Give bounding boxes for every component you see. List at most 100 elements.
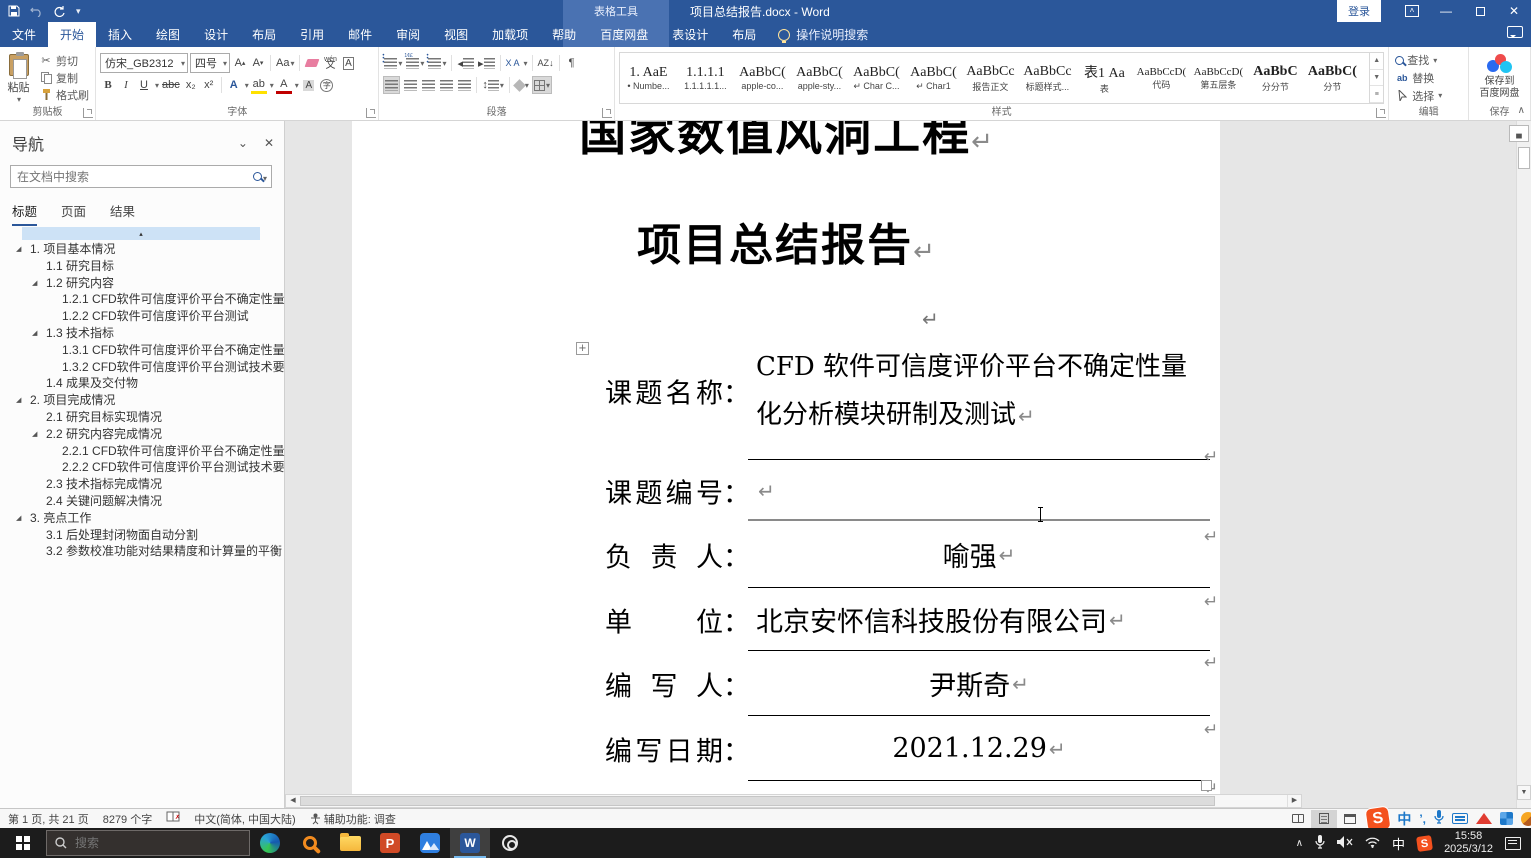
tab-home[interactable]: 开始: [48, 22, 96, 47]
style-item[interactable]: AaBbC(↵ Char1: [905, 53, 962, 103]
underline-button[interactable]: U: [136, 76, 152, 94]
enclose-characters-button[interactable]: 字: [319, 76, 335, 94]
ribbon-display-options-icon[interactable]: ˄: [1395, 0, 1429, 22]
ime-partial-icon[interactable]: [1521, 812, 1531, 826]
ime-chinese-icon[interactable]: 中: [1397, 809, 1411, 829]
word-count[interactable]: 8279 个字: [103, 811, 153, 827]
nav-heading[interactable]: 2.3 技术指标完成情况: [0, 476, 285, 493]
taskbar-search-app-icon[interactable]: [290, 828, 330, 858]
page-indicator[interactable]: 第 1 页, 共 21 页: [8, 811, 89, 827]
phonetic-guide-button[interactable]: wén文: [322, 54, 338, 72]
tab-mailings[interactable]: 邮件: [336, 22, 384, 47]
accessibility-status[interactable]: 辅助功能: 调查: [310, 811, 396, 827]
language-indicator[interactable]: 中文(简体, 中国大陆): [194, 811, 295, 827]
align-right-button[interactable]: [420, 76, 436, 94]
nav-heading[interactable]: ◢3. 亮点工作: [0, 510, 285, 527]
tray-mic-icon[interactable]: [1315, 835, 1325, 852]
style-item[interactable]: 1.1.1.11.1.1.1.1...: [677, 53, 734, 103]
nav-selected-heading[interactable]: ▴: [22, 227, 260, 240]
taskbar-file-explorer-icon[interactable]: [330, 828, 370, 858]
nav-pane-close-icon[interactable]: ✕: [264, 136, 274, 150]
nav-tab-pages[interactable]: 页面: [61, 201, 86, 226]
nav-heading[interactable]: ◢2.2 研究内容完成情况: [0, 426, 285, 443]
close-button[interactable]: ✕: [1497, 0, 1531, 22]
sort-button[interactable]: AZ↓: [537, 54, 555, 72]
nav-search-input[interactable]: [11, 170, 253, 184]
ime-keyboard-icon[interactable]: [1452, 813, 1468, 824]
print-layout-button[interactable]: [1311, 810, 1337, 828]
proofing-icon[interactable]: ✗: [166, 811, 180, 826]
ime-mic-icon[interactable]: [1434, 810, 1444, 827]
vertical-scrollbar[interactable]: ▄ ▼: [1516, 121, 1531, 808]
italic-button[interactable]: I: [118, 76, 134, 94]
style-item[interactable]: AaBbCcD(第五层条: [1190, 53, 1247, 103]
text-effects-button[interactable]: A: [226, 76, 242, 94]
tab-review[interactable]: 审阅: [384, 22, 432, 47]
ruler-toggle-button[interactable]: ▄: [1509, 125, 1529, 142]
nav-heading[interactable]: 1.3.2 CFD软件可信度评价平台测试技术要求: [0, 359, 285, 376]
nav-tab-results[interactable]: 结果: [110, 201, 135, 226]
nav-heading[interactable]: 2.4 关键问题解决情况: [0, 493, 285, 510]
collapse-ribbon-icon[interactable]: ∧: [1518, 105, 1525, 116]
styles-dialog-launcher[interactable]: [1376, 108, 1386, 118]
nav-heading[interactable]: 2.2.1 CFD软件可信度评价平台不确定性量化...: [0, 443, 285, 460]
nav-heading[interactable]: ◢1.2 研究内容: [0, 275, 285, 292]
style-item[interactable]: AaBbCcD(代码: [1133, 53, 1190, 103]
replace-button[interactable]: ab替换: [1393, 70, 1464, 87]
line-spacing-button[interactable]: ↕▾: [481, 76, 505, 94]
document-page[interactable]: 国家数值风洞工程↵ 项目总结报告↵ ↵ + 课题名称： CFD 软件可信度评价平…: [352, 121, 1220, 795]
tab-table-design[interactable]: 表设计: [660, 22, 720, 47]
styles-more-icon[interactable]: ≡: [1370, 86, 1383, 103]
table-move-handle[interactable]: +: [576, 342, 589, 355]
style-item[interactable]: 表1 Aa表: [1076, 53, 1133, 103]
style-item[interactable]: AaBbC(apple-co...: [734, 53, 791, 103]
select-button[interactable]: 选择▾: [1393, 87, 1464, 104]
superscript-button[interactable]: x²: [201, 76, 217, 94]
tray-network-icon[interactable]: [1365, 836, 1380, 851]
read-mode-button[interactable]: [1285, 810, 1311, 828]
redo-icon[interactable]: [53, 5, 66, 17]
subscript-button[interactable]: x₂: [183, 76, 199, 94]
format-painter-button[interactable]: 格式刷: [37, 86, 91, 103]
minimize-button[interactable]: —: [1429, 0, 1463, 22]
tab-layout[interactable]: 布局: [240, 22, 288, 47]
nav-heading[interactable]: 2.1 研究目标实现情况: [0, 409, 285, 426]
styles-scroll-up-icon[interactable]: ▲: [1370, 53, 1383, 70]
style-item[interactable]: AaBbC(↵ Char C...: [848, 53, 905, 103]
bullets-button[interactable]: ▾: [383, 54, 403, 72]
nav-heading[interactable]: ◢1. 项目基本情况: [0, 241, 285, 258]
horizontal-scrollbar[interactable]: ◀ ▶: [285, 794, 1302, 808]
paragraph-dialog-launcher[interactable]: [602, 108, 612, 118]
nav-pane-options-icon[interactable]: ⌄: [238, 136, 248, 150]
taskbar-search-input[interactable]: [75, 836, 215, 850]
change-case-button[interactable]: Aa▾: [275, 54, 295, 72]
ime-skin-icon[interactable]: [1476, 813, 1492, 824]
scroll-left-icon[interactable]: ◀: [286, 795, 300, 807]
tray-ime-indicator[interactable]: 中: [1392, 834, 1405, 853]
strikethrough-button[interactable]: abc: [161, 76, 181, 94]
copy-button[interactable]: 复制: [37, 69, 91, 86]
tab-draw[interactable]: 绘图: [144, 22, 192, 47]
tab-insert[interactable]: 插入: [96, 22, 144, 47]
tab-baidu-netdisk[interactable]: 百度网盘: [588, 22, 660, 47]
asian-layout-button[interactable]: X A: [505, 54, 521, 72]
clear-formatting-button[interactable]: [304, 54, 320, 72]
qat-customize-icon[interactable]: ▾: [76, 6, 81, 17]
nav-heading[interactable]: 3.1 后处理封闭物面自动分割: [0, 527, 285, 544]
borders-button[interactable]: ▾: [532, 76, 552, 94]
start-button[interactable]: [0, 828, 46, 858]
taskbar-settings-icon[interactable]: [490, 828, 530, 858]
tray-volume-muted-icon[interactable]: [1337, 836, 1353, 851]
tab-design[interactable]: 设计: [192, 22, 240, 47]
grow-font-button[interactable]: A▴: [232, 54, 248, 72]
tab-file[interactable]: 文件: [0, 22, 48, 47]
tab-table-layout[interactable]: 布局: [720, 22, 768, 47]
font-size-combo[interactable]: 四号▾: [190, 53, 230, 73]
style-item[interactable]: AaBbC(分节: [1304, 53, 1361, 103]
nav-heading[interactable]: 1.1 研究目标: [0, 258, 285, 275]
character-shading-button[interactable]: A: [301, 76, 317, 94]
shrink-font-button[interactable]: A▾: [250, 54, 266, 72]
show-marks-button[interactable]: ¶: [564, 54, 580, 72]
taskbar-search-box[interactable]: [46, 830, 250, 856]
clipboard-dialog-launcher[interactable]: [83, 108, 93, 118]
